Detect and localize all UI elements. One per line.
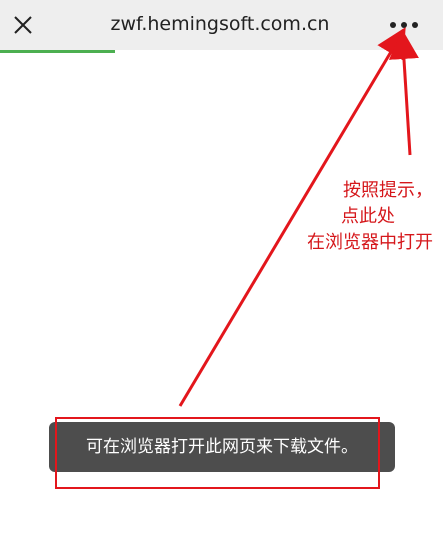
hint-line-3: 在浏览器中打开	[307, 232, 433, 253]
hint-line-1: 按照提示，	[343, 180, 433, 201]
arrow-from-hint	[388, 29, 419, 156]
hint-line-2: 点此处	[341, 206, 395, 227]
toast-highlight-box	[55, 417, 380, 489]
annotation-hint: 按照提示， 点此处 在浏览器中打开	[233, 178, 433, 256]
